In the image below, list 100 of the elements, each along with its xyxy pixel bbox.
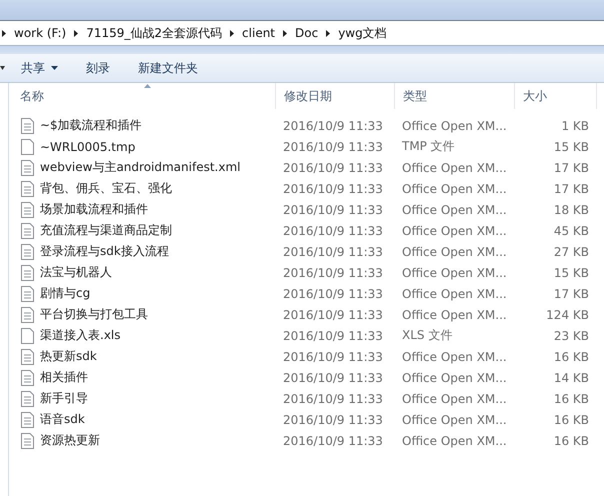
document-icon bbox=[21, 390, 34, 406]
size-cell-text: 16 KB bbox=[552, 434, 589, 448]
file-name[interactable]: 法宝与机器人 bbox=[40, 264, 112, 281]
size-cell-text: 16 KB bbox=[552, 412, 589, 426]
arrow-icon bbox=[2, 30, 6, 36]
document-icon bbox=[21, 286, 34, 302]
size-cell-text: 16 KB bbox=[552, 350, 589, 364]
breadcrumb-item[interactable]: Doc bbox=[295, 26, 318, 40]
date-cell-text: 2016/10/9 11:33 bbox=[282, 328, 384, 342]
document-icon bbox=[21, 222, 34, 238]
file-name[interactable]: ~$加载流程和插件 bbox=[40, 117, 142, 134]
arrow-icon bbox=[283, 30, 288, 36]
column-header[interactable]: 修改日期 bbox=[276, 83, 395, 109]
document-icon bbox=[21, 180, 34, 196]
size-cell-text: 17 KB bbox=[552, 182, 589, 196]
column-header[interactable]: 类型 bbox=[395, 83, 515, 109]
toolbar-button[interactable]: 刻录 bbox=[74, 56, 122, 80]
address-bar[interactable]: work (F:) 71159_仙战2全套源代码 client Doc ywg文档 bbox=[0, 20, 604, 46]
document-icon bbox=[21, 432, 34, 448]
type-cell-text: Office Open XM... bbox=[401, 286, 508, 300]
file-name[interactable]: 平台切换与打包工具 bbox=[40, 306, 148, 323]
breadcrumb-item[interactable]: work (F:) bbox=[14, 26, 66, 40]
size-cell-text: 16 KB bbox=[552, 392, 589, 406]
toolbar-button[interactable]: 共享 bbox=[9, 56, 70, 80]
caret-icon bbox=[0, 66, 5, 70]
file-name[interactable]: webview与主androidmanifest.xml bbox=[40, 159, 240, 176]
date-cell-text: 2016/10/9 11:33 bbox=[282, 434, 384, 448]
date-cell-text: 2016/10/9 11:33 bbox=[282, 412, 384, 426]
caret-icon bbox=[51, 66, 58, 70]
type-cell-text: Office Open XM... bbox=[401, 182, 508, 196]
document-icon bbox=[21, 370, 34, 386]
document-icon bbox=[21, 118, 34, 134]
file-name[interactable]: ~WRL0005.tmp bbox=[40, 140, 136, 154]
file-name[interactable]: 渠道接入表.xls bbox=[40, 327, 121, 344]
size-cell-text: 15 KB bbox=[552, 266, 589, 280]
type-cell-text: Office Open XM... bbox=[401, 434, 508, 448]
size-cell-text: 15 KB bbox=[552, 140, 589, 154]
file-icon bbox=[21, 138, 34, 154]
document-icon bbox=[21, 202, 34, 218]
date-cell-text: 2016/10/9 11:33 bbox=[282, 118, 384, 132]
size-cell-text: 17 KB bbox=[552, 286, 589, 300]
size-cell-text: 23 KB bbox=[552, 328, 589, 342]
date-cell-text: 2016/10/9 11:33 bbox=[282, 244, 384, 258]
type-cell-text: Office Open XM... bbox=[401, 266, 508, 280]
file-name[interactable]: 相关插件 bbox=[40, 369, 88, 386]
date-cell-text: 2016/10/9 11:33 bbox=[282, 286, 384, 300]
size-cell-text: 124 KB bbox=[545, 308, 589, 322]
column-header[interactable]: 大小 bbox=[515, 83, 597, 109]
arrow-icon bbox=[230, 30, 234, 36]
date-cell-text: 2016/10/9 11:33 bbox=[282, 202, 384, 216]
type-cell-text: Office Open XM... bbox=[401, 350, 508, 364]
type-cell-text: Office Open XM... bbox=[401, 224, 508, 238]
file-name[interactable]: 充值流程与渠道商品定制 bbox=[40, 222, 172, 239]
breadcrumb-item[interactable]: 71159_仙战2全套源代码 bbox=[86, 24, 222, 42]
date-cell-text: 2016/10/9 11:33 bbox=[282, 266, 384, 280]
type-cell-text: Office Open XM... bbox=[401, 160, 508, 174]
type-cell-text: Office Open XM... bbox=[401, 370, 508, 384]
file-icon bbox=[21, 328, 34, 344]
type-cell-text: Office Open XM... bbox=[401, 412, 508, 426]
type-cell-text: TMP 文件 bbox=[401, 138, 456, 155]
file-name[interactable]: 热更新sdk bbox=[40, 348, 97, 365]
date-cell-text: 2016/10/9 11:33 bbox=[282, 350, 384, 364]
date-cell-text: 2016/10/9 11:33 bbox=[282, 392, 384, 406]
file-name[interactable]: 新手引导 bbox=[40, 390, 88, 407]
date-cell-text: 2016/10/9 11:33 bbox=[282, 224, 384, 238]
size-cell-text: 14 KB bbox=[552, 370, 589, 384]
date-cell-text: 2016/10/9 11:33 bbox=[282, 370, 384, 384]
document-icon bbox=[21, 160, 34, 176]
type-cell-text: Office Open XM... bbox=[401, 244, 508, 258]
document-icon bbox=[21, 348, 34, 364]
document-icon bbox=[21, 306, 34, 322]
size-cell-text: 27 KB bbox=[552, 244, 589, 258]
date-cell-text: 2016/10/9 11:33 bbox=[282, 308, 384, 322]
file-name[interactable]: 资源热更新 bbox=[40, 432, 100, 449]
size-cell-text: 17 KB bbox=[552, 160, 589, 174]
date-cell-text: 2016/10/9 11:33 bbox=[282, 160, 384, 174]
size-cell-text: 18 KB bbox=[552, 202, 589, 216]
date-cell-text: 2016/10/9 11:33 bbox=[282, 140, 384, 154]
type-cell-text: Office Open XM... bbox=[401, 308, 508, 322]
document-icon bbox=[21, 264, 34, 280]
type-cell-text: Office Open XM... bbox=[401, 202, 508, 216]
file-name[interactable]: 场景加载流程和插件 bbox=[40, 201, 148, 218]
size-cell-text: 1 KB bbox=[560, 118, 589, 132]
sort-arrow-icon bbox=[144, 84, 150, 88]
file-name[interactable]: 语音sdk bbox=[40, 411, 85, 428]
document-icon bbox=[21, 244, 34, 260]
size-cell-text: 45 KB bbox=[552, 224, 589, 238]
file-name[interactable]: 剧情与cg bbox=[40, 285, 90, 302]
arrow-icon bbox=[74, 30, 78, 36]
toolbar-button[interactable]: 新建文件夹 bbox=[126, 56, 210, 80]
date-cell-text: 2016/10/9 11:33 bbox=[282, 182, 384, 196]
column-header[interactable]: 名称 bbox=[12, 83, 276, 109]
type-cell-text: Office Open XM... bbox=[401, 118, 508, 132]
file-name[interactable]: 登录流程与sdk接入流程 bbox=[40, 243, 169, 260]
breadcrumb-item[interactable]: client bbox=[242, 26, 276, 40]
document-icon bbox=[21, 412, 34, 428]
file-name[interactable]: 背包、佣兵、宝石、强化 bbox=[40, 180, 172, 197]
breadcrumb-item[interactable]: ywg文档 bbox=[338, 24, 387, 42]
type-cell-text: Office Open XM... bbox=[401, 392, 508, 406]
type-cell-text: XLS 文件 bbox=[401, 327, 454, 344]
